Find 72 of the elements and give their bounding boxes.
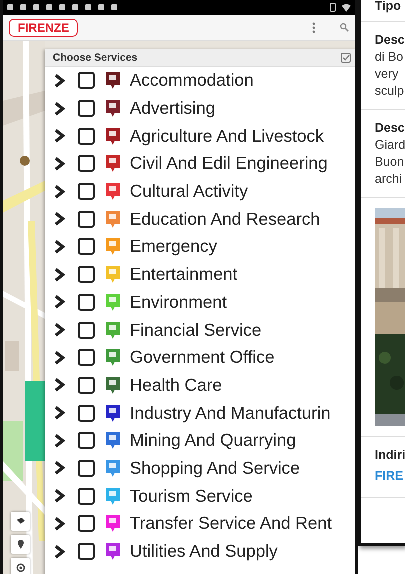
checkbox[interactable] [78, 543, 95, 560]
service-label: Tourism Service [130, 486, 253, 507]
checkbox[interactable] [78, 183, 95, 200]
checkbox[interactable] [78, 155, 95, 172]
service-label: Environment [130, 292, 228, 313]
checkbox[interactable] [78, 100, 95, 118]
expand-chevron-icon[interactable] [53, 295, 67, 310]
expand-chevron-icon[interactable] [53, 516, 67, 531]
field-label: Indiri [375, 447, 405, 464]
checkbox[interactable] [78, 238, 95, 256]
service-label: Education And Research [130, 208, 320, 230]
description-text: Giard Buon archi [375, 137, 405, 188]
service-label: Agriculture And Livestock [130, 126, 324, 147]
expand-chevron-icon[interactable] [53, 434, 67, 448]
service-label: Mining And Quarrying [130, 430, 296, 452]
description-text: di Bo very sculp [375, 49, 405, 100]
checkbox[interactable] [78, 460, 95, 477]
checkbox[interactable] [78, 128, 95, 145]
expand-chevron-icon[interactable] [53, 74, 67, 88]
select-all-icon[interactable] [341, 52, 351, 62]
search-icon[interactable] [340, 23, 349, 32]
map-button[interactable] [11, 535, 30, 554]
checkbox[interactable] [78, 210, 95, 228]
wifi-icon [342, 4, 351, 12]
service-label: Accommodation [130, 70, 254, 92]
expand-chevron-icon[interactable] [53, 489, 67, 504]
service-label: Government Office [130, 347, 275, 368]
expand-chevron-icon[interactable] [53, 212, 67, 226]
checkbox[interactable] [78, 72, 95, 90]
expand-chevron-icon[interactable] [53, 544, 67, 559]
checkbox[interactable] [78, 322, 95, 339]
expand-chevron-icon[interactable] [53, 156, 67, 171]
panel-title: Choose Services [53, 52, 139, 64]
expand-chevron-icon[interactable] [53, 184, 67, 199]
address-link[interactable]: FIRE [375, 469, 404, 483]
service-label: Financial Service [130, 320, 262, 341]
field-label: Desc [375, 120, 405, 137]
expand-chevron-icon[interactable] [53, 378, 67, 392]
expand-chevron-icon[interactable] [53, 240, 67, 254]
service-label: Civil And Edil Engineering [130, 153, 328, 174]
service-label: Utilities And Supply [130, 541, 278, 562]
city-badge[interactable]: FIRENZE [9, 18, 78, 36]
service-label: Shopping And Service [130, 458, 300, 479]
service-label: Advertising [130, 98, 216, 120]
locate-icon [14, 562, 26, 574]
expand-chevron-icon[interactable] [53, 406, 67, 420]
checkbox[interactable] [78, 376, 95, 394]
expand-chevron-icon[interactable] [53, 102, 67, 116]
map-button[interactable] [11, 512, 30, 531]
service-label: Emergency [130, 236, 218, 258]
service-label: Entertainment [130, 264, 238, 286]
menu-icon[interactable] [312, 22, 316, 34]
service-label: Cultural Activity [130, 181, 248, 202]
checkbox[interactable] [78, 404, 95, 422]
expand-chevron-icon[interactable] [53, 350, 67, 365]
field-label: Desc [375, 32, 405, 49]
battery-icon [330, 3, 336, 12]
service-label: Transfer Service And Rent [130, 513, 332, 534]
checkbox[interactable] [78, 432, 95, 450]
expand-chevron-icon[interactable] [53, 268, 67, 282]
checkbox[interactable] [78, 488, 95, 505]
checkbox[interactable] [78, 294, 95, 311]
field-label: Tipo [375, 0, 402, 13]
expand-chevron-icon[interactable] [53, 461, 67, 476]
service-label: Health Care [130, 374, 222, 396]
expand-chevron-icon[interactable] [53, 323, 67, 338]
expand-chevron-icon[interactable] [53, 129, 67, 144]
service-label: Industry And Manufacturin [130, 402, 331, 424]
checkbox[interactable] [78, 349, 95, 366]
checkbox[interactable] [78, 266, 95, 284]
map-button[interactable] [11, 558, 30, 574]
checkbox[interactable] [78, 515, 95, 532]
